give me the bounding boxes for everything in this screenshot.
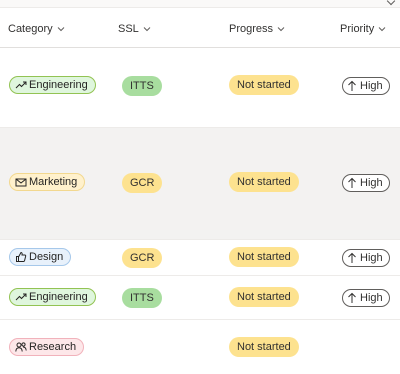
list-header: Category SSL Progress Priority <box>0 8 400 48</box>
priority-label: High <box>360 292 383 304</box>
table-row[interactable]: Design GCR Not started High <box>0 240 400 276</box>
category-pill[interactable]: Engineering <box>9 288 96 306</box>
ssl-badge: ITTS <box>122 76 162 96</box>
column-header-priority[interactable]: Priority <box>340 21 386 37</box>
chevron-icon[interactable] <box>386 0 396 6</box>
category-pill[interactable]: Design <box>9 248 72 266</box>
progress-badge: Not started <box>229 247 299 267</box>
trend-up-icon <box>15 293 27 301</box>
table-row[interactable]: Engineering ITTS Not started High <box>0 48 400 128</box>
trend-up-icon <box>15 81 27 89</box>
category-pill[interactable]: Marketing <box>9 173 86 191</box>
ssl-badge: GCR <box>122 173 163 193</box>
category-pill[interactable]: Engineering <box>9 76 96 94</box>
arrow-up-icon <box>348 292 356 303</box>
ssl-badge: ITTS <box>122 288 162 308</box>
progress-badge: Not started <box>229 287 299 307</box>
column-header-label: Category <box>8 23 53 35</box>
priority-badge: High <box>342 174 390 192</box>
priority-badge: High <box>342 249 390 267</box>
priority-badge: High <box>342 289 390 307</box>
thumbs-up-icon <box>16 251 27 262</box>
priority-badge: High <box>342 77 390 95</box>
category-label: Design <box>29 251 64 263</box>
table-row[interactable]: Research Not started <box>0 320 400 374</box>
arrow-up-icon <box>348 252 356 263</box>
chevron-down-icon <box>57 27 64 32</box>
progress-badge: Not started <box>229 75 299 95</box>
mail-icon <box>15 178 27 187</box>
ssl-badge: GCR <box>122 248 163 268</box>
priority-label: High <box>360 177 383 189</box>
chevron-down-icon <box>143 27 151 32</box>
chevron-down-icon <box>277 27 285 32</box>
priority-label: High <box>360 80 383 92</box>
column-header-label: Priority <box>340 23 375 35</box>
table-row[interactable]: Marketing GCR Not started High <box>0 128 400 240</box>
arrow-up-icon <box>348 177 356 188</box>
chevron-down-icon <box>378 27 386 32</box>
progress-badge: Not started <box>229 337 299 357</box>
column-header-label: SSL <box>118 23 139 35</box>
progress-badge: Not started <box>229 172 299 192</box>
column-header-progress[interactable]: Progress <box>229 21 285 37</box>
table-row[interactable]: Engineering ITTS Not started High <box>0 276 400 320</box>
category-label: Engineering <box>29 291 88 303</box>
column-header-ssl[interactable]: SSL <box>118 21 151 37</box>
people-icon <box>15 342 27 352</box>
priority-label: High <box>360 252 383 264</box>
category-pill[interactable]: Research <box>9 338 85 356</box>
toolbar-strip <box>0 0 400 8</box>
column-header-category[interactable]: Category <box>8 21 65 37</box>
category-label: Marketing <box>29 176 78 188</box>
category-label: Engineering <box>29 79 88 91</box>
column-header-label: Progress <box>229 23 274 35</box>
category-label: Research <box>29 341 77 353</box>
arrow-up-icon <box>348 80 356 91</box>
